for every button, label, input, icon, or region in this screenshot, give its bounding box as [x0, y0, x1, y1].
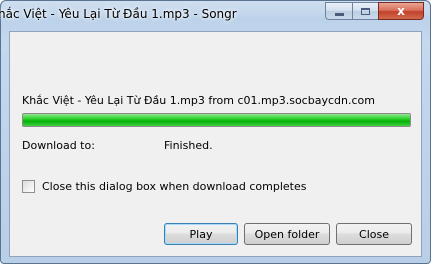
close-when-done-checkbox[interactable]	[22, 180, 35, 193]
download-to-label: Download to:	[22, 139, 95, 152]
open-folder-button[interactable]: Open folder	[244, 223, 330, 245]
close-when-done-label[interactable]: Close this dialog box when download comp…	[42, 180, 306, 193]
download-status: Finished.	[164, 139, 213, 152]
dialog-client-area: Khắc Việt - Yêu Lại Từ Đầu 1.mp3 from c0…	[9, 31, 422, 257]
close-button[interactable]: Close	[336, 223, 412, 245]
minimize-icon	[334, 12, 344, 16]
progress-fill	[23, 114, 410, 126]
file-source-label: Khắc Việt - Yêu Lại Từ Đầu 1.mp3 from c0…	[22, 94, 375, 107]
play-button[interactable]: Play	[164, 223, 238, 245]
maximize-button[interactable]	[352, 2, 378, 20]
window-close-button[interactable]: x	[378, 2, 424, 20]
download-dialog-window: hắc Việt - Yêu Lại Từ Đầu 1.mp3 - Songr …	[0, 0, 431, 264]
download-progress-bar	[22, 113, 411, 127]
maximize-icon	[361, 7, 370, 15]
close-when-done-option[interactable]: Close this dialog box when download comp…	[22, 180, 306, 193]
title-bar[interactable]: hắc Việt - Yêu Lại Từ Đầu 1.mp3 - Songr …	[0, 1, 430, 31]
minimize-button[interactable]	[325, 2, 352, 20]
window-title: hắc Việt - Yêu Lại Từ Đầu 1.mp3 - Songr	[0, 7, 237, 21]
close-icon: x	[397, 4, 405, 18]
caption-buttons: x	[325, 2, 424, 21]
